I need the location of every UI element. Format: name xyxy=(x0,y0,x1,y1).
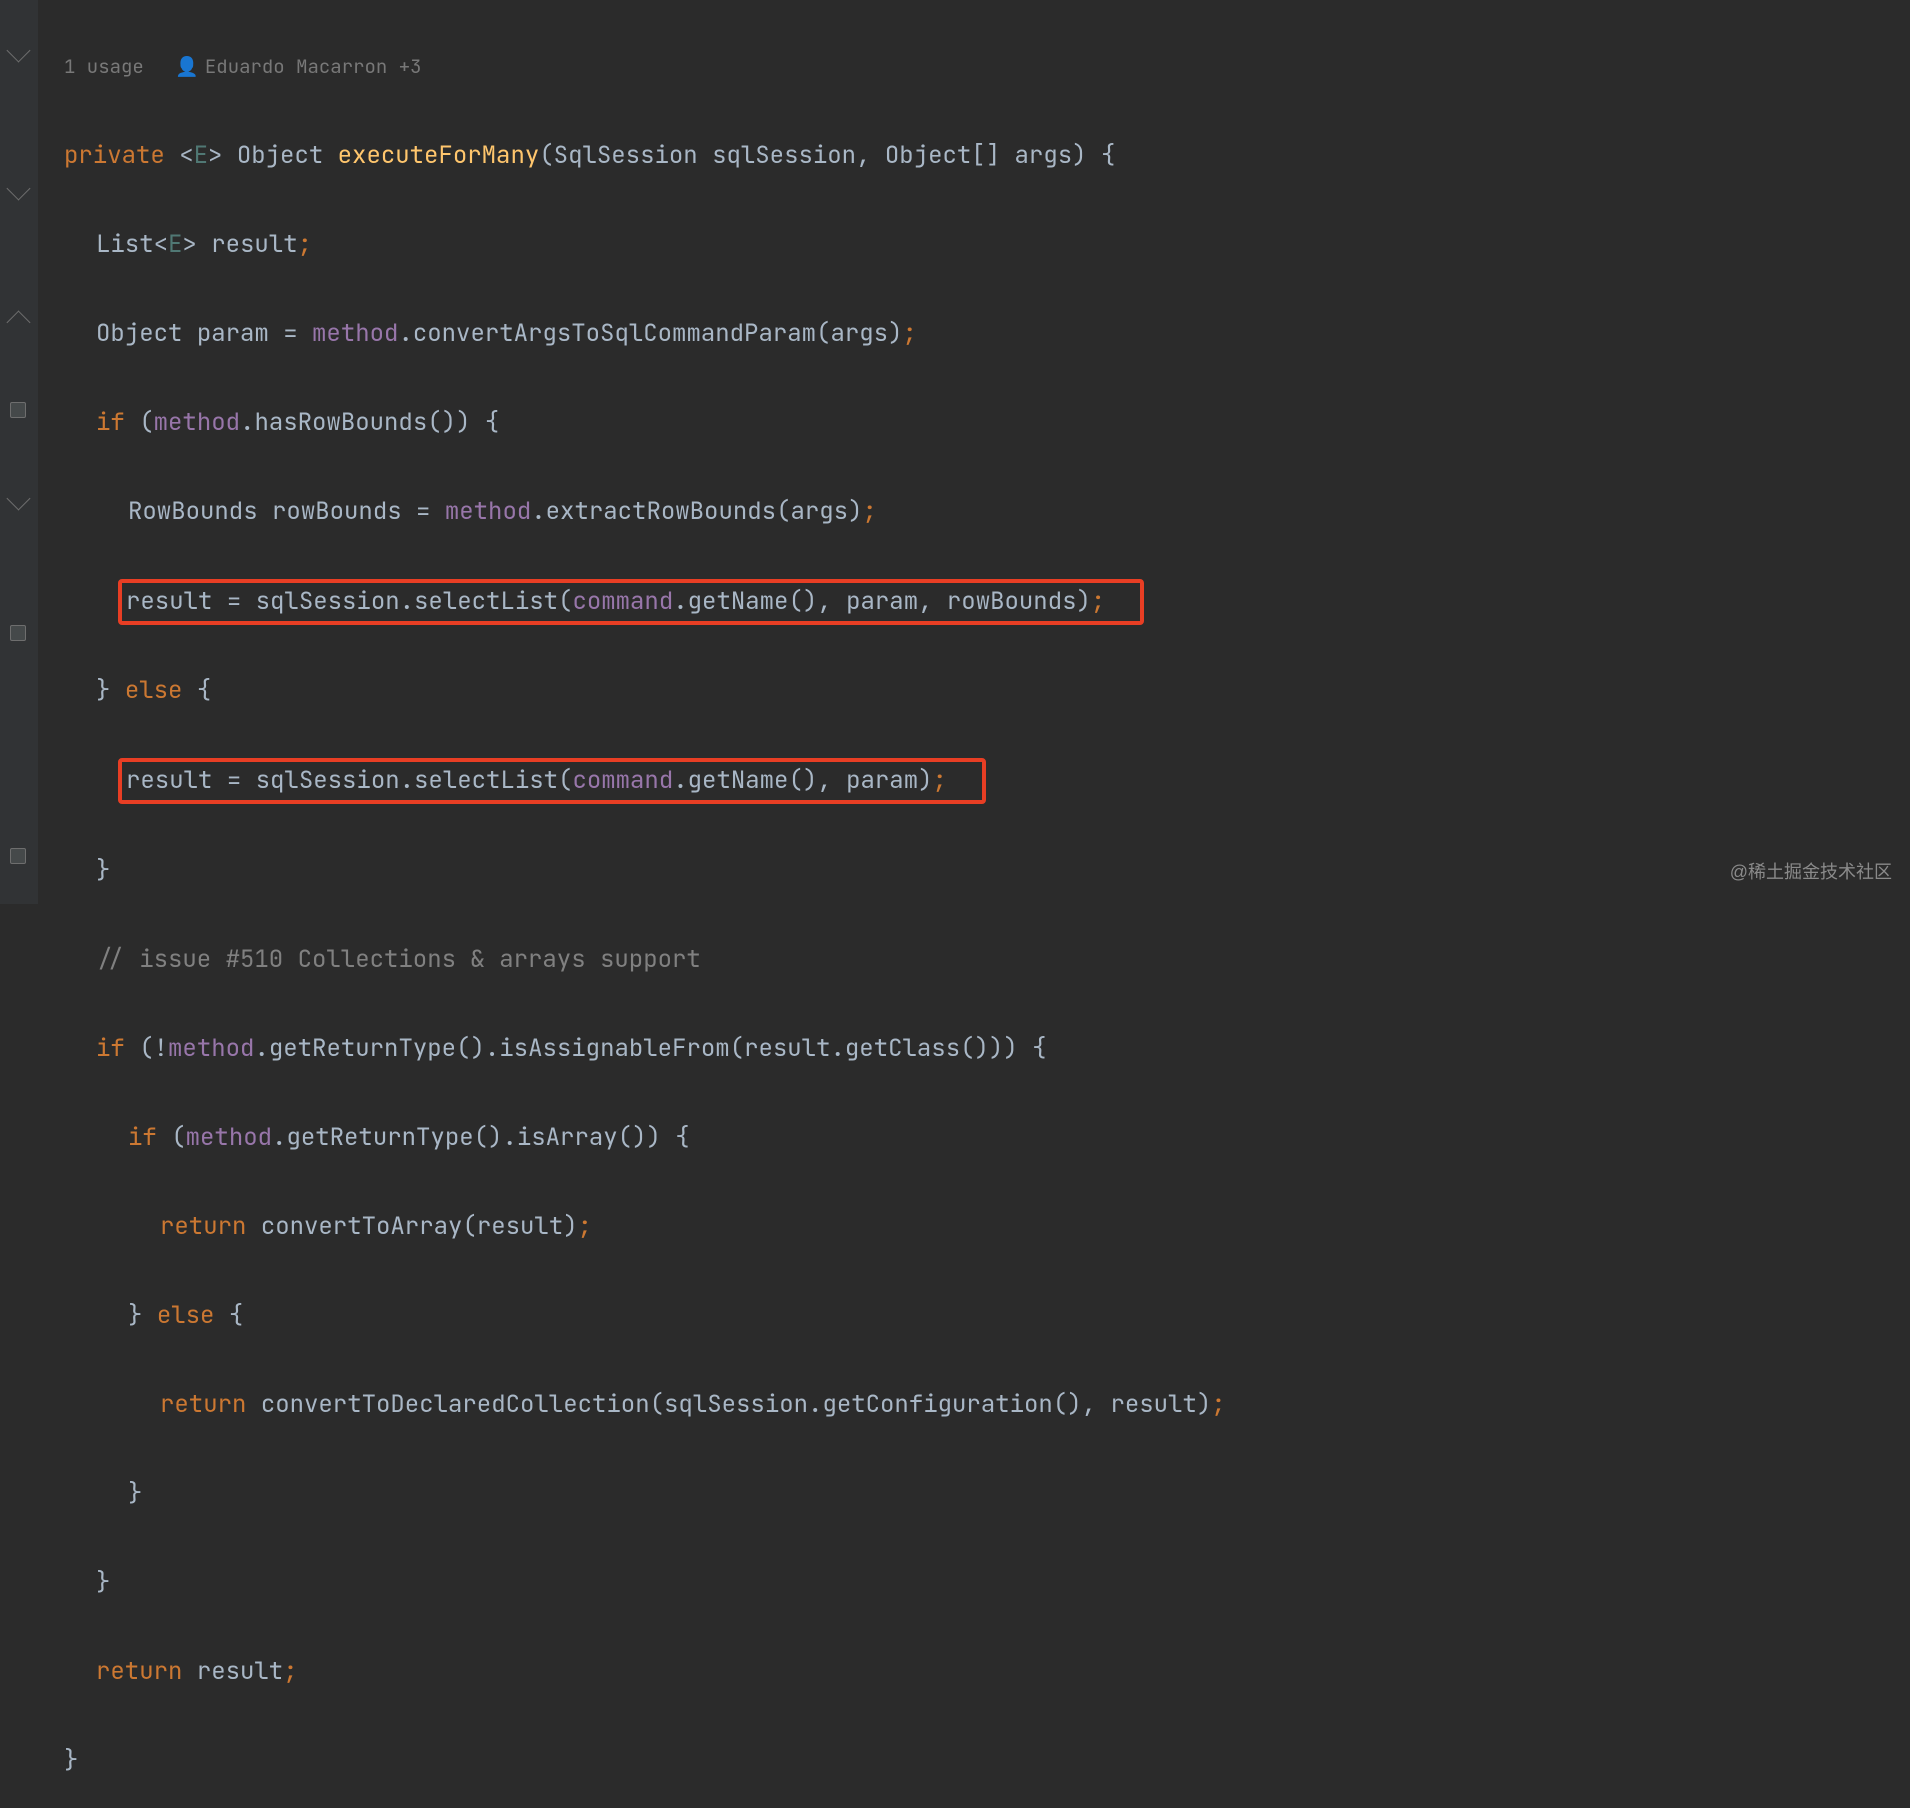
highlight-box: result = sqlSession.selectList(command.g… xyxy=(118,579,1144,625)
fold-icon[interactable] xyxy=(6,176,30,200)
code-line[interactable]: // issue #510 Collections & arrays suppo… xyxy=(38,938,1910,983)
implements-icon[interactable] xyxy=(10,848,26,864)
fold-icon[interactable] xyxy=(6,310,30,334)
code-line[interactable]: List<E> result; xyxy=(38,223,1910,268)
code-line[interactable]: if (method.hasRowBounds()) { xyxy=(38,401,1910,446)
inlay-hints[interactable]: 1 usage 👤Eduardo Macarron +3 xyxy=(38,45,1910,90)
fold-icon[interactable] xyxy=(6,38,30,62)
code-line[interactable]: private <E> Object executeForMany(SqlSes… xyxy=(38,134,1910,179)
code-line[interactable]: result = sqlSession.selectList(command.g… xyxy=(38,758,1910,804)
editor-gutter xyxy=(0,0,38,904)
code-line[interactable]: } xyxy=(38,1472,1910,1517)
code-line[interactable]: RowBounds rowBounds = method.extractRowB… xyxy=(38,490,1910,535)
code-line[interactable]: result = sqlSession.selectList(command.g… xyxy=(38,579,1910,625)
usages-hint[interactable]: 1 usage xyxy=(64,54,144,79)
implements-icon[interactable] xyxy=(10,402,26,418)
code-line[interactable]: if (method.getReturnType().isArray()) { xyxy=(38,1116,1910,1161)
code-line[interactable]: return convertToArray(result); xyxy=(38,1205,1910,1250)
watermark: @稀土掘金技术社区 xyxy=(1730,850,1892,895)
code-line[interactable]: } else { xyxy=(38,669,1910,714)
code-line[interactable]: return convertToDeclaredCollection(sqlSe… xyxy=(38,1383,1910,1428)
fold-icon[interactable] xyxy=(6,486,30,510)
highlight-box: result = sqlSession.selectList(command.g… xyxy=(118,758,986,804)
code-line[interactable]: Object param = method.convertArgsToSqlCo… xyxy=(38,312,1910,357)
code-line[interactable]: } xyxy=(38,849,1910,894)
code-line[interactable]: return result; xyxy=(38,1650,1910,1695)
author-hint[interactable]: Eduardo Macarron +3 xyxy=(205,54,422,79)
person-icon: 👤 xyxy=(175,54,199,79)
code-line[interactable]: } else { xyxy=(38,1294,1910,1339)
code-line[interactable]: } xyxy=(38,1739,1910,1784)
code-editor[interactable]: 1 usage 👤Eduardo Macarron +3 private <E>… xyxy=(38,0,1910,1808)
code-line[interactable]: if (!method.getReturnType().isAssignable… xyxy=(38,1027,1910,1072)
implements-icon[interactable] xyxy=(10,625,26,641)
code-line[interactable]: } xyxy=(38,1561,1910,1606)
